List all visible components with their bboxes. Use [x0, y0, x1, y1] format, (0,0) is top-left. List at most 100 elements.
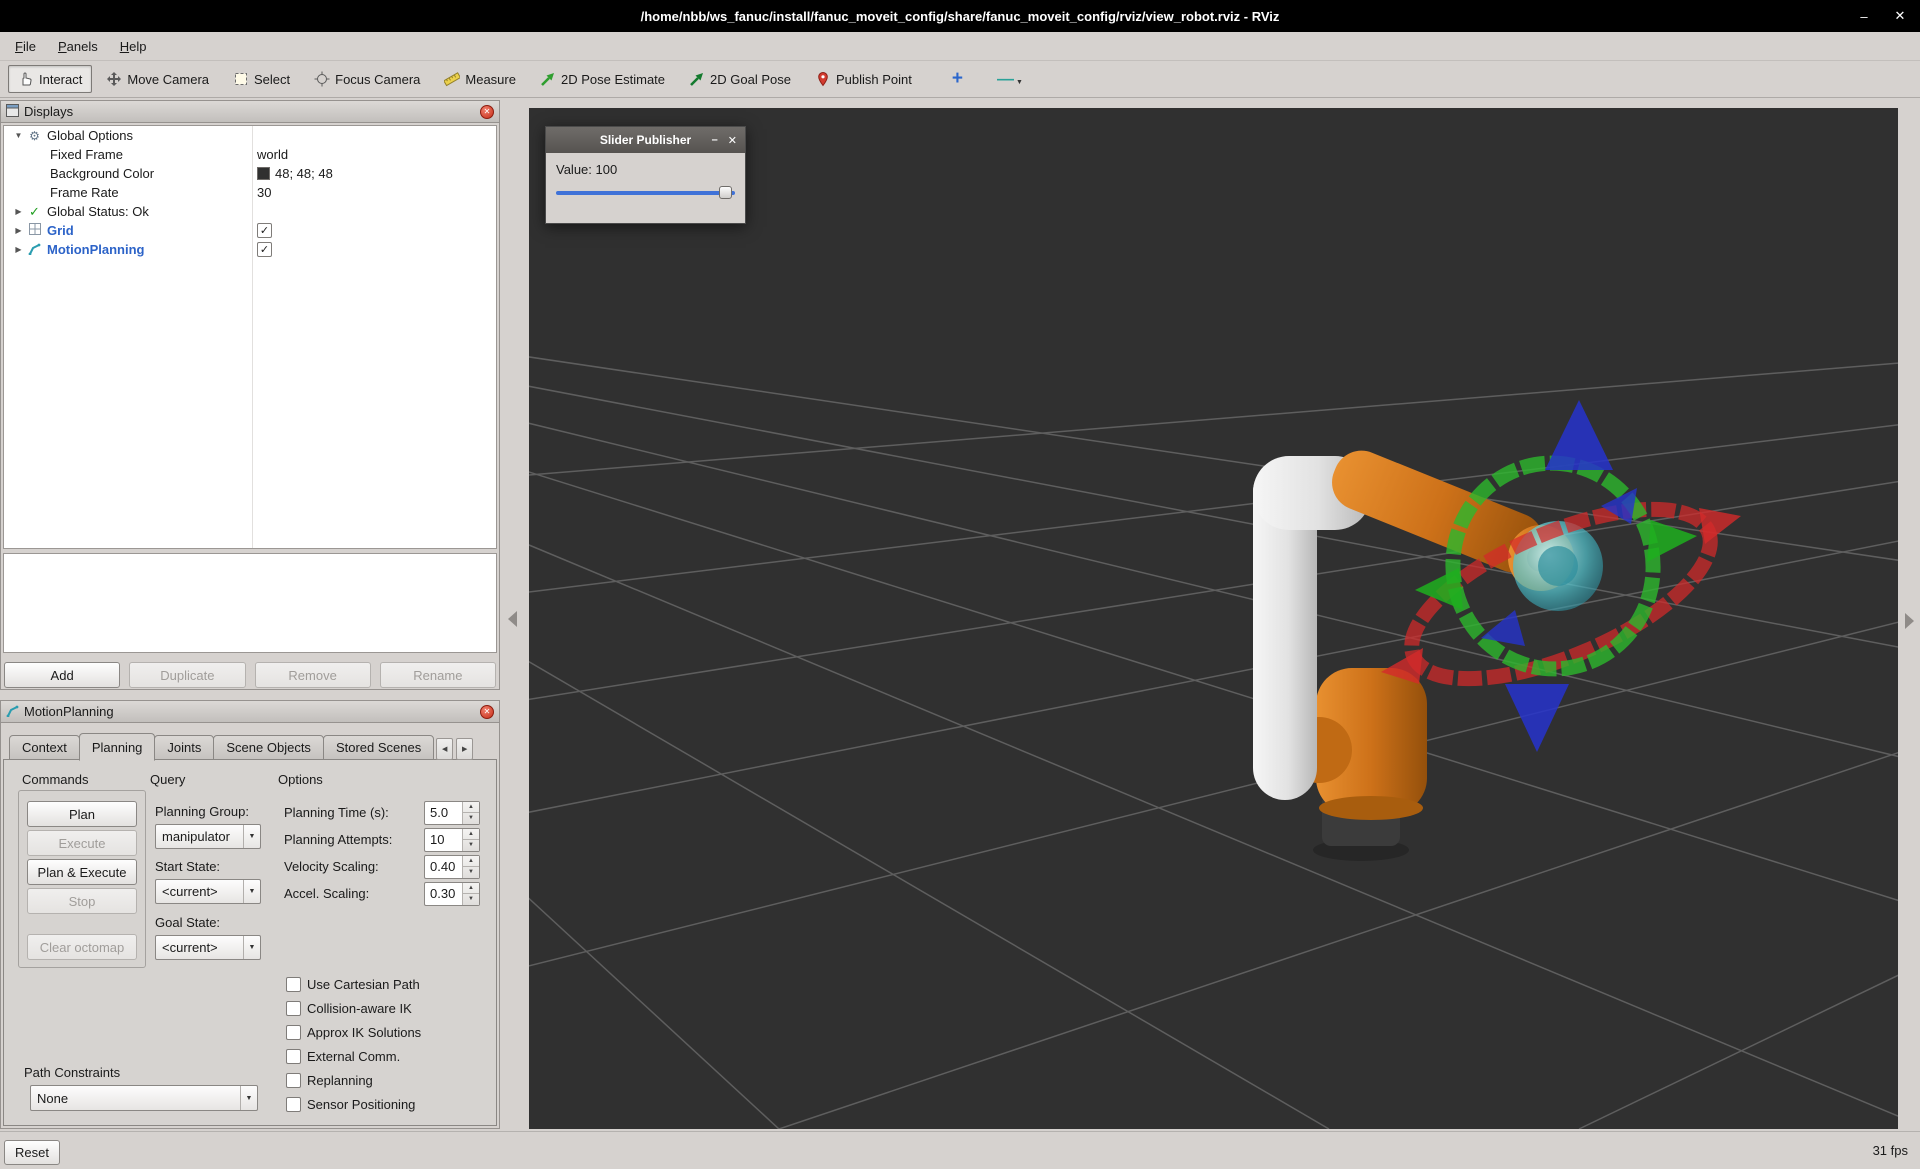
spin-down-icon[interactable]: ▼ — [463, 840, 479, 851]
3d-scene — [529, 108, 1898, 1129]
plan-and-execute-button[interactable]: Plan & Execute — [27, 859, 137, 885]
frame-rate-value[interactable]: 30 — [257, 185, 271, 200]
tree-row-motionplanning[interactable]: ▶ MotionPlanning ✓ — [4, 240, 496, 259]
collapse-right-arrow-icon[interactable] — [1905, 613, 1914, 629]
row-label: Grid — [47, 223, 74, 238]
close-button[interactable]: ✕ — [728, 134, 737, 147]
menu-help[interactable]: Help — [109, 35, 158, 58]
add-tool-button[interactable]: + — [952, 68, 963, 90]
start-state-select[interactable]: <current> ▼ — [155, 879, 261, 904]
grid-display-icon — [25, 223, 44, 238]
add-display-button[interactable]: Add — [4, 662, 120, 688]
velocity-scaling-row: Velocity Scaling: 0.40▲▼ — [284, 854, 480, 879]
fixed-frame-value[interactable]: world — [257, 147, 288, 162]
accel-scaling-spinbox[interactable]: 0.30▲▼ — [424, 882, 480, 906]
use-cartesian-path-checkbox[interactable] — [286, 977, 301, 992]
planning-time-spinbox[interactable]: 5.0▲▼ — [424, 801, 480, 825]
path-constraints-select[interactable]: None ▼ — [30, 1085, 258, 1111]
clear-octomap-button[interactable]: Clear octomap — [27, 934, 137, 960]
close-button[interactable]: ✕ — [1890, 8, 1910, 24]
duplicate-display-button[interactable]: Duplicate — [129, 662, 245, 688]
remove-tool-button[interactable]: —▼ — [997, 69, 1023, 89]
3d-viewport[interactable]: Slider Publisher – ✕ Value: 100 — [529, 108, 1898, 1129]
tree-row-frame-rate[interactable]: Frame Rate 30 — [4, 183, 496, 202]
tool-interact[interactable]: Interact — [8, 65, 92, 93]
close-panel-icon[interactable]: ✕ — [480, 705, 494, 719]
value-slider[interactable] — [556, 185, 735, 200]
goal-state-select[interactable]: <current> ▼ — [155, 935, 261, 960]
plan-button[interactable]: Plan — [27, 801, 137, 827]
motionplanning-display-icon — [25, 242, 44, 258]
spin-up-icon[interactable]: ▲ — [463, 802, 479, 814]
spin-value: 10 — [425, 829, 462, 851]
tab-scroll-right-icon[interactable]: ▶ — [456, 738, 473, 760]
tree-row-global-options[interactable]: ▼ ⚙ Global Options — [4, 126, 496, 145]
expander-icon[interactable]: ▼ — [12, 131, 25, 140]
collision-aware-ik-checkbox[interactable] — [286, 1001, 301, 1016]
stop-button[interactable]: Stop — [27, 888, 137, 914]
spin-up-icon[interactable]: ▲ — [463, 856, 479, 868]
color-swatch[interactable] — [257, 167, 270, 180]
tool-move-camera[interactable]: Move Camera — [96, 65, 219, 93]
approx-ik-solutions-checkbox[interactable] — [286, 1025, 301, 1040]
chevron-down-icon: ▼ — [243, 936, 260, 959]
checkbox-label: Use Cartesian Path — [307, 977, 420, 992]
options-rows: Planning Time (s): 5.0▲▼ Planning Attemp… — [284, 800, 480, 908]
execute-button[interactable]: Execute — [27, 830, 137, 856]
tab-joints[interactable]: Joints — [154, 735, 214, 760]
replanning-checkbox[interactable] — [286, 1073, 301, 1088]
option-label: Accel. Scaling: — [284, 886, 424, 901]
tab-stored-scenes[interactable]: Stored Scenes — [323, 735, 434, 760]
tool-label: 2D Pose Estimate — [561, 72, 665, 87]
planning-attempts-spinbox[interactable]: 10▲▼ — [424, 828, 480, 852]
row-label: MotionPlanning — [47, 242, 144, 257]
spin-down-icon[interactable]: ▼ — [463, 813, 479, 824]
spin-down-icon[interactable]: ▼ — [463, 894, 479, 905]
slider-window-titlebar[interactable]: Slider Publisher – ✕ — [546, 127, 745, 153]
motionplanning-enabled-checkbox[interactable]: ✓ — [257, 242, 272, 257]
reset-button[interactable]: Reset — [4, 1140, 60, 1165]
slider-handle[interactable] — [719, 186, 732, 199]
tool-focus-camera[interactable]: Focus Camera — [304, 65, 430, 93]
tool-label: Publish Point — [836, 72, 912, 87]
tab-scroll-left-icon[interactable]: ◀ — [436, 738, 453, 760]
tab-scene-objects[interactable]: Scene Objects — [213, 735, 324, 760]
grid-enabled-checkbox[interactable]: ✓ — [257, 223, 272, 238]
menu-panels[interactable]: Panels — [47, 35, 109, 58]
tool-2d-goal-pose[interactable]: 2D Goal Pose — [679, 65, 801, 93]
tool-select[interactable]: Select — [223, 65, 300, 93]
tool-2d-pose-estimate[interactable]: 2D Pose Estimate — [530, 65, 675, 93]
expander-icon[interactable]: ▶ — [12, 245, 25, 254]
tree-row-background-color[interactable]: Background Color 48; 48; 48 — [4, 164, 496, 183]
motionplanning-panel-header[interactable]: MotionPlanning ✕ — [1, 701, 499, 723]
expander-icon[interactable]: ▶ — [12, 226, 25, 235]
tool-publish-point[interactable]: Publish Point — [805, 65, 922, 93]
spin-down-icon[interactable]: ▼ — [463, 867, 479, 878]
minimize-button[interactable]: – — [1854, 9, 1874, 24]
status-ok-check-icon: ✓ — [25, 204, 44, 220]
collapse-left-arrow-icon[interactable] — [508, 611, 517, 627]
slider-groove[interactable] — [556, 191, 735, 195]
tree-row-global-status[interactable]: ▶ ✓ Global Status: Ok — [4, 202, 496, 221]
close-panel-icon[interactable]: ✕ — [480, 105, 494, 119]
tool-measure[interactable]: Measure — [434, 65, 526, 93]
background-color-value[interactable]: 48; 48; 48 — [275, 166, 333, 181]
planning-group-select[interactable]: manipulator ▼ — [155, 824, 261, 849]
tree-row-fixed-frame[interactable]: Fixed Frame world — [4, 145, 496, 164]
spin-up-icon[interactable]: ▲ — [463, 883, 479, 895]
tool-label: 2D Goal Pose — [710, 72, 791, 87]
external-comm-checkbox[interactable] — [286, 1049, 301, 1064]
tab-planning[interactable]: Planning — [79, 733, 156, 761]
minimize-button[interactable]: – — [712, 134, 718, 146]
tree-row-grid[interactable]: ▶ Grid ✓ — [4, 221, 496, 240]
velocity-scaling-spinbox[interactable]: 0.40▲▼ — [424, 855, 480, 879]
expander-icon[interactable]: ▶ — [12, 207, 25, 216]
tab-context[interactable]: Context — [9, 735, 80, 760]
sensor-positioning-checkbox[interactable] — [286, 1097, 301, 1112]
displays-panel-header[interactable]: Displays ✕ — [1, 101, 499, 123]
spin-up-icon[interactable]: ▲ — [463, 829, 479, 841]
minus-icon: — — [997, 69, 1014, 88]
remove-display-button[interactable]: Remove — [255, 662, 371, 688]
menu-file[interactable]: File — [4, 35, 47, 58]
rename-display-button[interactable]: Rename — [380, 662, 496, 688]
